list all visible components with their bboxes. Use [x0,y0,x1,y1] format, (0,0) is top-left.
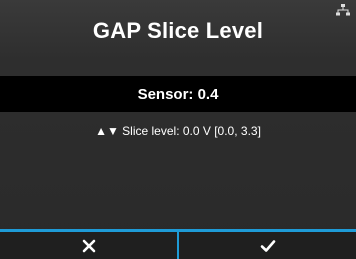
check-icon [260,239,275,252]
sensor-value: Sensor: 0.4 [137,85,219,103]
confirm-button[interactable] [177,232,356,259]
sensor-value-bar: Sensor: 0.4 [0,76,356,112]
footer-bar [0,229,356,259]
slice-level-text: Slice level: 0.0 V [0.0, 3.3] [122,124,261,138]
up-down-arrows-icon: ▲▼ [95,124,119,138]
close-icon [82,239,95,252]
network-icon [336,4,350,16]
page-title: GAP Slice Level [92,18,264,43]
slice-level-row[interactable]: ▲▼ Slice level: 0.0 V [0.0, 3.3] [0,124,356,138]
cancel-button[interactable] [0,232,177,259]
printer-screen: GAP Slice Level Sensor: 0.4 ▲▼ Slice lev… [0,0,356,259]
